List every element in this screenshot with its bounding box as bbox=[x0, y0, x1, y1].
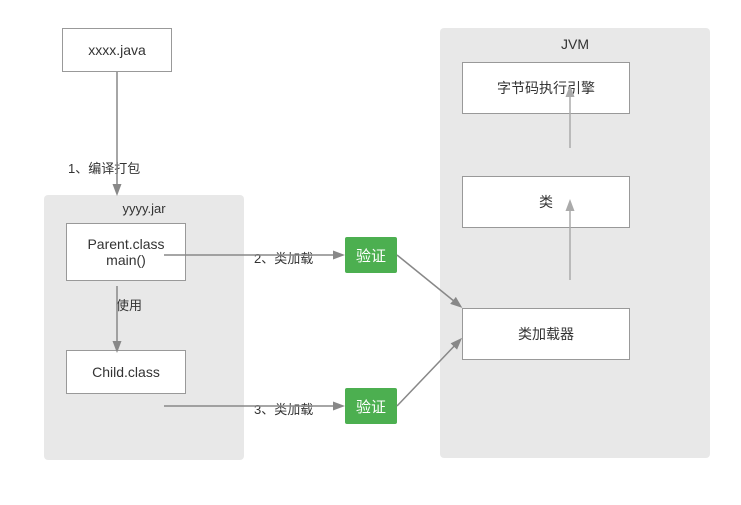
verify2-box: 验证 bbox=[345, 388, 397, 424]
verify1-box: 验证 bbox=[345, 237, 397, 273]
compile-label: 1、编译打包 bbox=[68, 158, 140, 177]
class-loader-label: 类加载器 bbox=[518, 324, 574, 344]
bytecode-engine-box: 字节码执行引擎 bbox=[462, 62, 630, 114]
source-file-label: xxxx.java bbox=[88, 42, 146, 58]
diagram: xxxx.java 1、编译打包 yyyy.jar Parent.class m… bbox=[0, 0, 741, 505]
parent-class-label: Parent.class main() bbox=[87, 236, 164, 268]
verify1-label: 验证 bbox=[356, 245, 386, 266]
jar-label: yyyy.jar bbox=[122, 201, 165, 216]
class-label: 类 bbox=[539, 192, 553, 212]
class-loader-box: 类加载器 bbox=[462, 308, 630, 360]
jvm-label: JVM bbox=[561, 36, 589, 52]
jvm-region: JVM 字节码执行引擎 类 类加载器 bbox=[440, 28, 710, 458]
source-file-box: xxxx.java bbox=[62, 28, 172, 72]
jar-region: yyyy.jar Parent.class main() 使用 Child.cl… bbox=[44, 195, 244, 460]
use-label: 使用 bbox=[116, 295, 142, 314]
child-class-label: Child.class bbox=[92, 364, 160, 380]
bytecode-engine-label: 字节码执行引擎 bbox=[497, 78, 595, 98]
verify2-label: 验证 bbox=[356, 396, 386, 417]
load1-label: 2、类加载 bbox=[254, 248, 313, 267]
child-class-box: Child.class bbox=[66, 350, 186, 394]
parent-class-box: Parent.class main() bbox=[66, 223, 186, 281]
class-box: 类 bbox=[462, 176, 630, 228]
load2-label: 3、类加载 bbox=[254, 399, 313, 418]
